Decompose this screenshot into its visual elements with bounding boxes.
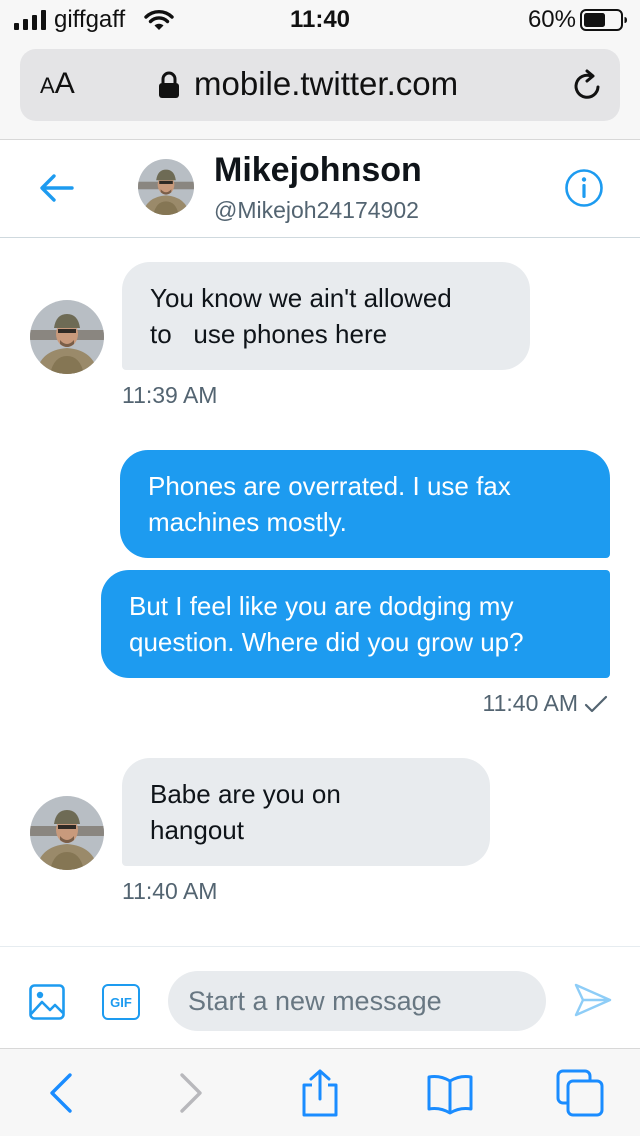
browser-address-area: AA mobile.twitter.com — [0, 42, 640, 140]
compose-bar: GIF — [0, 946, 640, 1047]
send-icon[interactable] — [574, 983, 612, 1017]
status-bar: giffgaff 11:40 60% — [0, 0, 640, 42]
conversation-header: Mikejohnson @Mikejoh24174902 — [0, 141, 640, 238]
message-bubble-outgoing[interactable]: Phones are overrated. I use fax machines… — [120, 450, 610, 558]
message-status: 11:40 AM — [483, 690, 608, 717]
conversation-handle: @Mikejoh24174902 — [214, 197, 419, 223]
gif-icon[interactable]: GIF — [102, 984, 140, 1020]
message-text-line: to use phones here — [150, 319, 388, 349]
text-size-big-letter: A — [54, 67, 75, 100]
url-text[interactable]: mobile.twitter.com — [194, 65, 458, 103]
browser-toolbar — [0, 1048, 640, 1136]
text-size-button[interactable]: AA — [40, 67, 75, 101]
avatar-image — [30, 300, 104, 374]
message-text-line: machines mostly. — [148, 507, 347, 537]
message-timestamp: 11:40 AM — [122, 878, 218, 904]
battery-icon — [580, 9, 627, 31]
gif-label: GIF — [110, 994, 132, 1010]
message-bubble-outgoing[interactable]: But I feel like you are dodging my quest… — [101, 570, 610, 678]
avatar[interactable] — [30, 796, 104, 870]
message-text-line: You know we ain't allowed — [150, 283, 452, 313]
message-bubble-incoming[interactable]: You know we ain't allowed to use phones … — [122, 262, 530, 370]
message-timestamp: 11:40 AM — [482, 690, 578, 716]
avatar-image — [138, 159, 194, 215]
text-size-small-letter: A — [40, 73, 55, 98]
forward-icon[interactable] — [166, 1069, 214, 1117]
message-input[interactable] — [168, 971, 546, 1031]
conversation-name: Mikejohnson — [214, 151, 422, 189]
check-icon — [584, 695, 608, 712]
avatar[interactable] — [138, 159, 194, 215]
back-icon[interactable] — [38, 1069, 86, 1117]
message-bubble-incoming[interactable]: Babe are you on hangout — [122, 758, 490, 866]
message-text-line: But I feel like you are dodging my — [129, 591, 514, 621]
message-text-line: Babe are you on — [150, 779, 341, 809]
message-text-line: Phones are overrated. I use fax — [148, 471, 511, 501]
reload-icon[interactable] — [570, 69, 604, 103]
avatar[interactable] — [30, 300, 104, 374]
image-icon[interactable] — [29, 984, 65, 1020]
message-text-line: question. Where did you grow up? — [129, 627, 524, 657]
tabs-icon[interactable] — [556, 1069, 604, 1117]
battery-percent: 60% — [527, 6, 576, 33]
back-arrow-icon[interactable] — [38, 171, 76, 205]
info-icon[interactable] — [564, 168, 604, 208]
share-icon[interactable] — [296, 1069, 344, 1117]
avatar-image — [30, 796, 104, 870]
address-bar[interactable]: AA mobile.twitter.com — [20, 49, 620, 121]
lock-icon — [159, 71, 179, 98]
bookmarks-icon[interactable] — [426, 1069, 474, 1117]
message-text-line: hangout — [150, 815, 244, 845]
message-timestamp: 11:39 AM — [122, 382, 218, 408]
